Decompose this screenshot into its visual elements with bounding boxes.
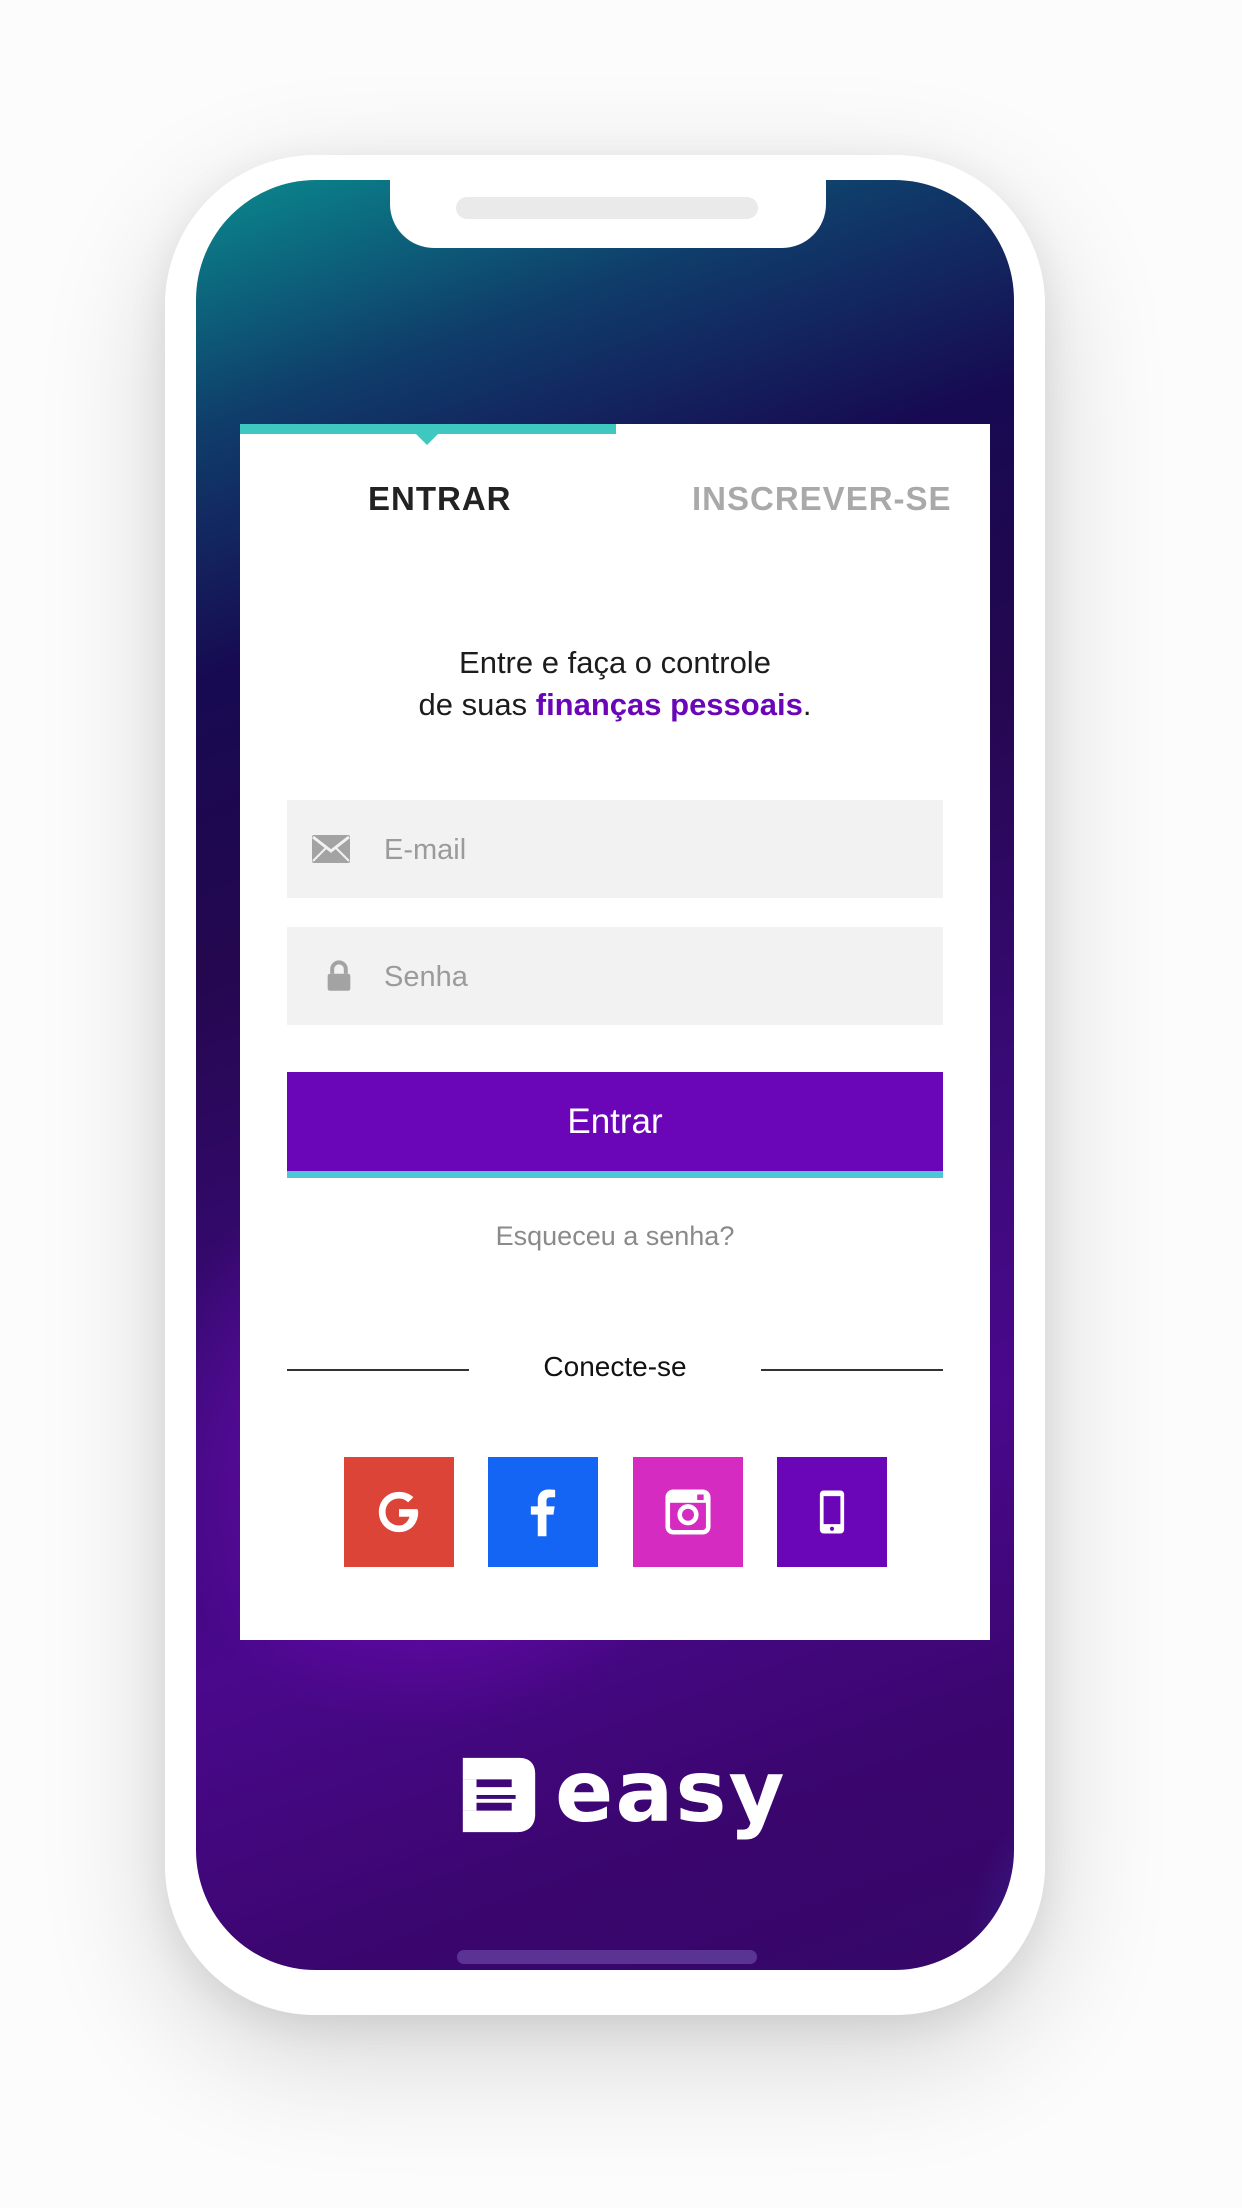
tagline-line2: de suas finanças pessoais. [240, 684, 990, 726]
tagline-suffix: . [802, 687, 812, 722]
login-button[interactable]: Entrar [287, 1072, 943, 1178]
tagline-highlight: finanças pessoais [535, 687, 803, 722]
facebook-button[interactable] [488, 1457, 598, 1567]
divider-right [761, 1369, 943, 1371]
password-field[interactable] [287, 927, 943, 1027]
email-input[interactable] [382, 800, 926, 900]
envelope-icon [312, 835, 350, 863]
email-field[interactable] [287, 800, 943, 900]
tagline-line1: Entre e faça o controle [459, 645, 771, 680]
connect-label: Conecte-se [543, 1351, 687, 1382]
mobile-phone-icon [819, 1490, 845, 1534]
tagline-prefix: de suas [418, 687, 536, 722]
auth-card: ENTRAR INSCREVER-SE Entre e faça o contr… [240, 424, 990, 1640]
brand-logo: easy [455, 1742, 785, 1842]
tab-signup[interactable]: INSCREVER-SE [692, 480, 952, 518]
instagram-button[interactable] [633, 1457, 743, 1567]
phone-login-button[interactable] [777, 1457, 887, 1567]
password-input[interactable] [382, 927, 926, 1027]
google-icon [378, 1491, 419, 1533]
facebook-icon [530, 1489, 556, 1537]
active-tab-indicator [240, 424, 616, 434]
instagram-icon [665, 1489, 711, 1535]
google-button[interactable] [344, 1457, 454, 1567]
active-tab-caret [416, 434, 438, 445]
tagline: Entre e faça o controle de suas finanças… [240, 642, 990, 726]
lock-icon [327, 960, 351, 991]
easy-logo-icon [462, 1757, 536, 1833]
phone-speaker [456, 197, 758, 219]
forgot-password-link[interactable]: Esqueceu a senha? [240, 1221, 990, 1252]
brand-name: easy [555, 1742, 787, 1842]
tab-login[interactable]: ENTRAR [368, 480, 512, 518]
home-indicator [457, 1950, 757, 1964]
